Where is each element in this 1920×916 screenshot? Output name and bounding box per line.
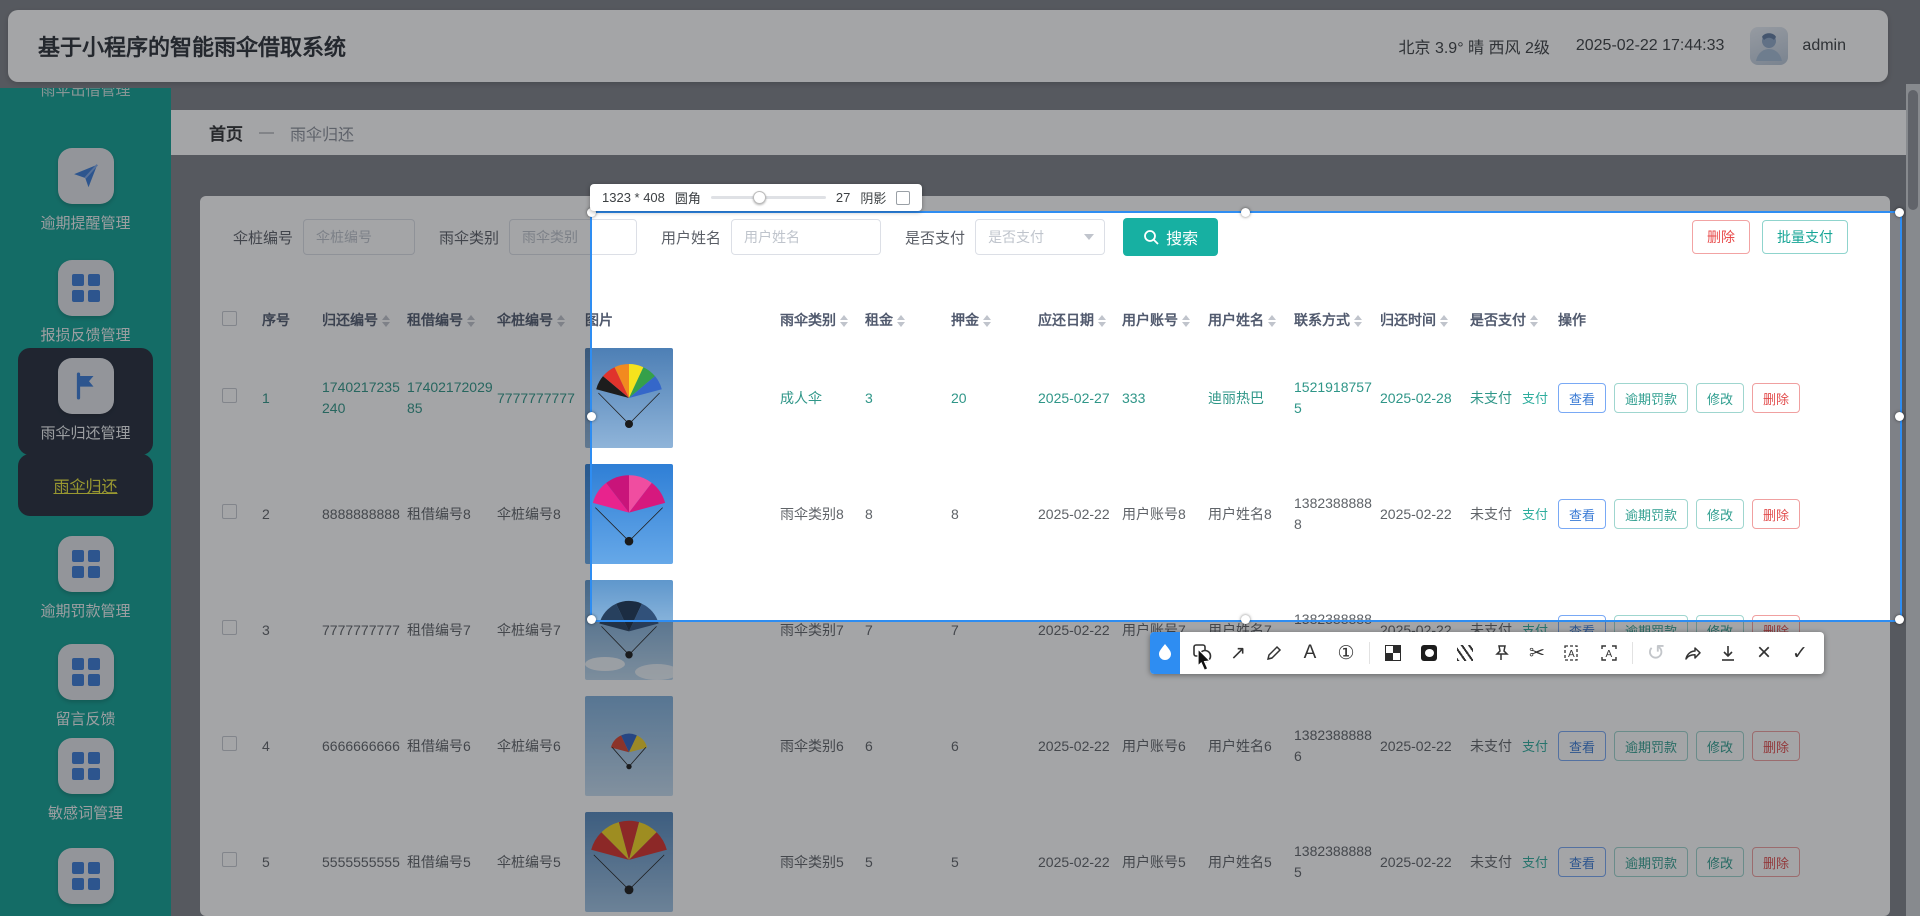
snip-info-bar: 1323 * 408 圆角 27 阴影 <box>590 184 922 211</box>
snip-handle[interactable] <box>1241 208 1250 217</box>
ocr-select-tool-icon[interactable]: A <box>1555 636 1591 670</box>
snip-handle[interactable] <box>587 615 596 624</box>
snip-corner-label: 圆角 <box>675 188 701 207</box>
snip-shadow-label: 阴影 <box>860 188 886 207</box>
mouse-cursor <box>1196 648 1214 679</box>
shadow-checkbox[interactable] <box>896 191 910 205</box>
slider-knob[interactable] <box>753 191 766 204</box>
cut-tool-icon[interactable]: ✂ <box>1519 636 1555 670</box>
close-icon[interactable]: × <box>1746 636 1782 670</box>
mosaic-tool-icon[interactable] <box>1375 636 1411 670</box>
app: 基于小程序的智能雨伞借取系统 北京 3.9° 晴 西风 2级 2025-02-2… <box>0 0 1920 916</box>
snip-dim-overlay <box>0 0 1920 211</box>
share-icon[interactable] <box>1674 636 1710 670</box>
snip-handle[interactable] <box>1895 615 1904 624</box>
svg-text:A: A <box>1606 649 1613 660</box>
snip-handle[interactable] <box>1241 615 1250 624</box>
undo-icon[interactable]: ↺ <box>1638 636 1674 670</box>
corner-radius-slider[interactable] <box>711 196 826 199</box>
ocr-auto-tool-icon[interactable]: A <box>1591 636 1627 670</box>
snip-dim-overlay <box>0 211 590 622</box>
text-tool-icon[interactable]: A <box>1292 636 1328 670</box>
pencil-tool-icon[interactable] <box>1256 636 1292 670</box>
confirm-icon[interactable]: ✓ <box>1782 636 1818 670</box>
arrow-tool-icon[interactable]: ↗ <box>1220 636 1256 670</box>
svg-text:A: A <box>1568 649 1575 660</box>
pin-tool-icon[interactable] <box>1483 636 1519 670</box>
snip-size: 1323 * 408 <box>602 190 665 205</box>
snip-dim-overlay <box>1902 211 1920 622</box>
save-icon[interactable] <box>1710 636 1746 670</box>
snip-toolbar: ↗A①✂AA↺×✓ <box>1150 632 1824 674</box>
toolbar-divider <box>1369 642 1370 664</box>
snip-handle[interactable] <box>1895 208 1904 217</box>
toolbar-divider <box>1632 642 1633 664</box>
hatch-tool-icon[interactable] <box>1447 636 1483 670</box>
snip-handle[interactable] <box>587 412 596 421</box>
marker-tool-icon[interactable] <box>1150 632 1180 674</box>
blur-tool-icon[interactable] <box>1411 636 1447 670</box>
number-tool-icon[interactable]: ① <box>1328 636 1364 670</box>
snip-selection[interactable] <box>590 211 1902 622</box>
snip-corner-value: 27 <box>836 190 850 205</box>
snip-handle[interactable] <box>1895 412 1904 421</box>
